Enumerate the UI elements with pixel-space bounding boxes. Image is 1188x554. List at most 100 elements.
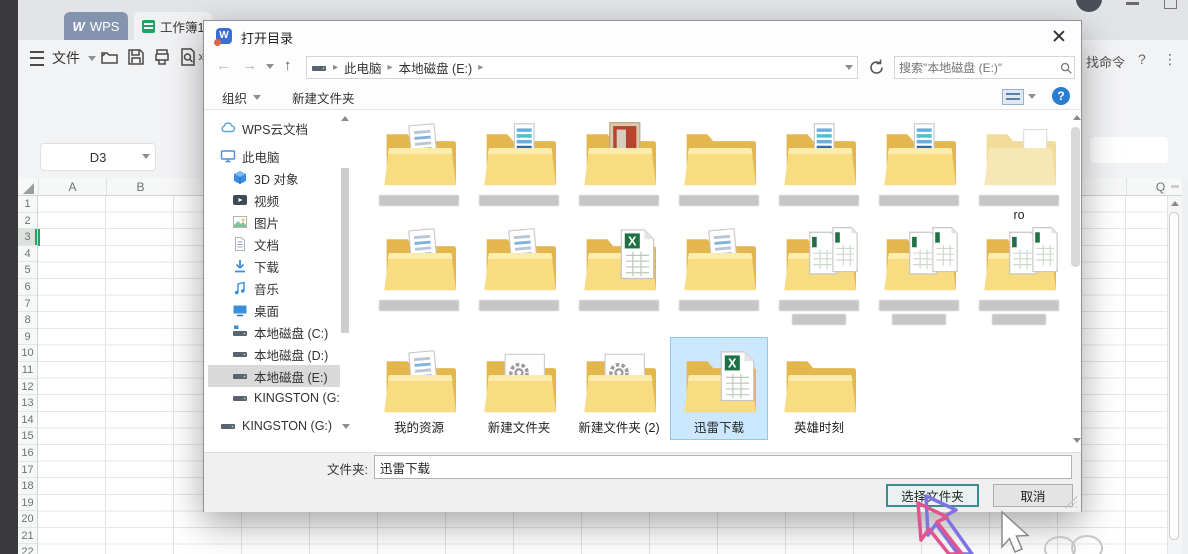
file-item[interactable] bbox=[771, 111, 867, 209]
row-header[interactable]: 11 bbox=[18, 362, 37, 379]
row-header[interactable]: 18 bbox=[18, 478, 37, 495]
sidebar-item[interactable]: WPS云文档 bbox=[208, 117, 340, 139]
up-icon[interactable]: ↑ bbox=[284, 57, 292, 74]
scrollbar-thumb[interactable] bbox=[1169, 212, 1179, 540]
view-mode-icon[interactable] bbox=[1002, 89, 1024, 105]
help-menu-icon[interactable]: ? bbox=[1138, 51, 1146, 67]
find-command-label[interactable]: 找命令 bbox=[1086, 52, 1125, 71]
row-header[interactable]: 16 bbox=[18, 445, 37, 462]
restore-icon[interactable] bbox=[1164, 0, 1177, 9]
files-scroll-down-icon[interactable] bbox=[1073, 438, 1081, 443]
file-item[interactable] bbox=[871, 111, 967, 209]
sidebar-scroll-up-icon[interactable] bbox=[341, 116, 349, 121]
file-item[interactable] bbox=[371, 216, 467, 314]
breadcrumb[interactable]: ▸ 此电脑 ▸ 本地磁盘 (E:) ▸ bbox=[306, 56, 858, 79]
row-header[interactable]: 5 bbox=[18, 262, 37, 279]
back-icon[interactable]: ← bbox=[216, 57, 231, 74]
select-all-corner[interactable] bbox=[23, 183, 34, 194]
file-item[interactable]: 英雄时刻 bbox=[771, 338, 867, 439]
file-item[interactable] bbox=[671, 216, 767, 314]
sidebar-item[interactable]: KINGSTON (G: bbox=[208, 387, 340, 409]
row-header[interactable]: 17 bbox=[18, 462, 37, 479]
folder-name-input[interactable] bbox=[374, 455, 1072, 479]
sidebar-item[interactable]: 本地磁盘 (C:) bbox=[208, 321, 340, 343]
files-scrollbar-thumb[interactable] bbox=[1071, 127, 1080, 267]
dialog-titlebar[interactable] bbox=[204, 21, 1081, 51]
file-menu[interactable]: 文件 bbox=[52, 48, 80, 68]
sidebar-item[interactable]: 此电脑 bbox=[208, 145, 340, 167]
sidebar-item[interactable]: 桌面 bbox=[208, 299, 340, 321]
row-header[interactable]: 10 bbox=[18, 345, 37, 362]
sidebar-item[interactable]: 3D 对象 bbox=[208, 167, 340, 189]
tab-wps-home[interactable]: W WPS bbox=[64, 12, 128, 40]
sidebar-item[interactable]: 文档 bbox=[208, 233, 340, 255]
save-icon[interactable] bbox=[126, 47, 146, 67]
more-menu-icon[interactable]: ⋮ bbox=[1163, 51, 1177, 68]
sidebar-item[interactable]: 本地磁盘 (D:) bbox=[208, 343, 340, 365]
file-item[interactable] bbox=[471, 216, 567, 314]
refresh-icon[interactable] bbox=[865, 56, 888, 79]
row-header[interactable]: 4 bbox=[18, 246, 37, 263]
row-header[interactable]: 14 bbox=[18, 412, 37, 429]
row-header[interactable]: 20 bbox=[18, 511, 37, 528]
file-item[interactable] bbox=[471, 111, 567, 209]
row-header[interactable]: 7 bbox=[18, 296, 37, 313]
row-header[interactable]: 21 bbox=[18, 528, 37, 545]
row-header[interactable]: 1 bbox=[18, 196, 37, 213]
scrollbar-splitter[interactable] bbox=[1171, 185, 1179, 188]
row-header[interactable]: 9 bbox=[18, 329, 37, 346]
open-folder-icon[interactable] bbox=[100, 47, 120, 67]
search-input[interactable] bbox=[895, 60, 1058, 75]
close-icon[interactable] bbox=[1039, 21, 1077, 50]
address-caret-icon[interactable] bbox=[845, 65, 853, 70]
scroll-up-icon[interactable] bbox=[1171, 201, 1179, 206]
row-header[interactable]: 3 bbox=[18, 229, 37, 246]
row-header[interactable]: 22 bbox=[18, 544, 37, 554]
column-header[interactable]: B bbox=[106, 178, 174, 196]
name-box-caret-icon[interactable] bbox=[142, 154, 150, 159]
sidebar-item[interactable]: 视频 bbox=[208, 189, 340, 211]
row-header[interactable]: 15 bbox=[18, 428, 37, 445]
file-item[interactable]: X bbox=[571, 216, 667, 314]
cancel-button[interactable]: 取消 bbox=[993, 484, 1073, 507]
file-item[interactable] bbox=[771, 216, 867, 328]
sidebar-item[interactable]: 本地磁盘 (E:) bbox=[208, 365, 340, 387]
organize-button[interactable]: 组织 bbox=[222, 88, 262, 107]
sidebar-item[interactable]: 下载 bbox=[208, 255, 340, 277]
file-item[interactable] bbox=[571, 111, 667, 209]
sidebar-item[interactable]: KINGSTON (G:) bbox=[208, 415, 351, 437]
resize-grip[interactable] bbox=[1065, 496, 1077, 508]
row-header[interactable]: 19 bbox=[18, 495, 37, 512]
file-item[interactable]: 我的资源 bbox=[371, 338, 467, 439]
file-item[interactable]: 新建文件夹 (2) bbox=[571, 338, 667, 439]
file-item[interactable] bbox=[971, 216, 1067, 328]
row-header[interactable]: 8 bbox=[18, 312, 37, 329]
tab-workbook[interactable]: 工作簿1 bbox=[134, 12, 212, 40]
file-item[interactable]: ro bbox=[971, 111, 1067, 226]
chevron-down-icon[interactable] bbox=[342, 423, 351, 429]
row-header[interactable]: 13 bbox=[18, 395, 37, 412]
view-mode-caret-icon[interactable] bbox=[1028, 94, 1036, 99]
sidebar-item[interactable]: 音乐 bbox=[208, 277, 340, 299]
file-item[interactable] bbox=[671, 111, 767, 209]
hamburger-icon[interactable] bbox=[30, 51, 44, 66]
column-header[interactable]: A bbox=[38, 178, 106, 196]
print-icon[interactable] bbox=[152, 47, 172, 67]
minimize-icon[interactable] bbox=[1126, 2, 1139, 5]
file-menu-caret-icon[interactable] bbox=[88, 56, 96, 61]
file-item[interactable] bbox=[371, 111, 467, 209]
file-item[interactable] bbox=[871, 216, 967, 328]
new-folder-button[interactable]: 新建文件夹 bbox=[292, 88, 355, 107]
search-box[interactable] bbox=[894, 56, 1075, 79]
history-caret-icon[interactable] bbox=[266, 64, 274, 69]
row-header[interactable]: 12 bbox=[18, 379, 37, 396]
files-scroll-up-icon[interactable] bbox=[1073, 115, 1081, 120]
file-item[interactable]: X 迅雷下载 bbox=[671, 338, 767, 439]
file-item[interactable]: 新建文件夹 bbox=[471, 338, 567, 439]
row-header[interactable]: 6 bbox=[18, 279, 37, 296]
sidebar-item[interactable]: 图片 bbox=[208, 211, 340, 233]
sidebar-scrollbar-thumb[interactable] bbox=[341, 168, 349, 333]
dialog-help-icon[interactable]: ? bbox=[1052, 87, 1070, 105]
crumb-this-pc[interactable]: 此电脑 bbox=[344, 58, 382, 77]
row-header[interactable]: 2 bbox=[18, 213, 37, 230]
